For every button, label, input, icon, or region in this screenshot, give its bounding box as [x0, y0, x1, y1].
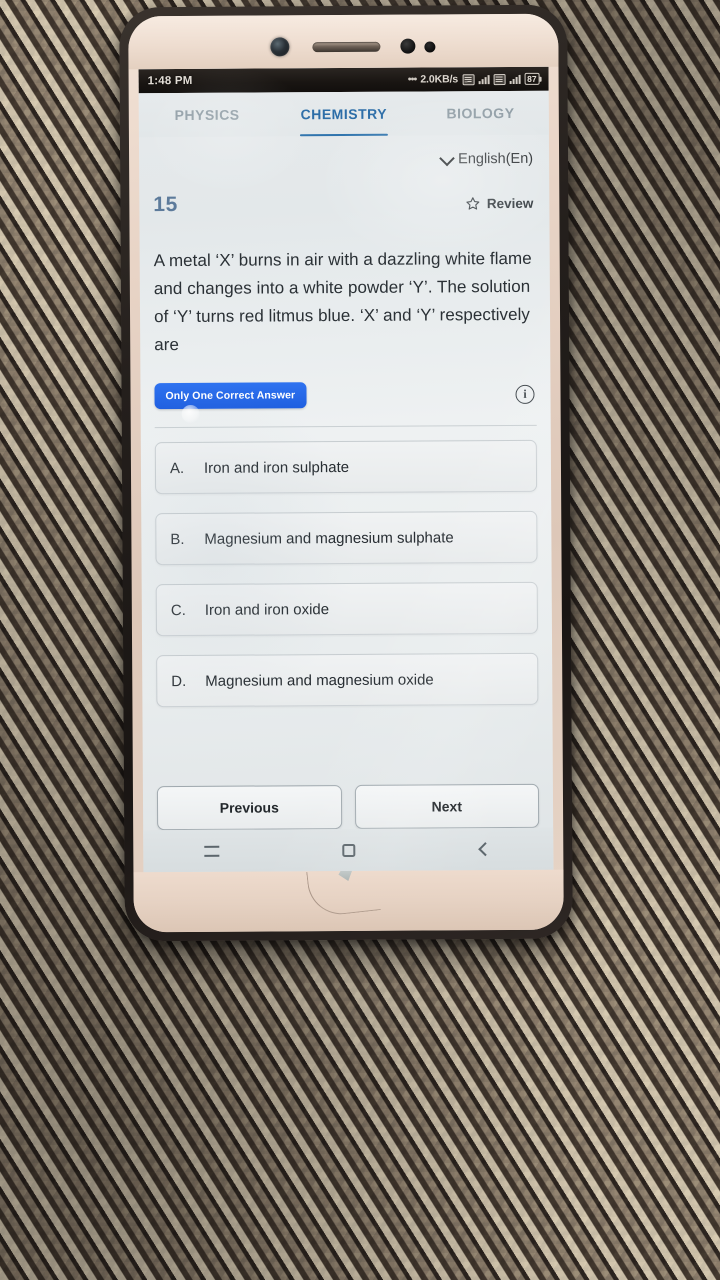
tab-biology[interactable]: BIOLOGY	[412, 91, 549, 136]
recents-icon	[204, 845, 220, 857]
next-button[interactable]: Next	[354, 783, 540, 829]
option-b[interactable]: B. Magnesium and magnesium sulphate	[155, 510, 538, 566]
language-label: English(En)	[458, 150, 534, 168]
option-d-text: Magnesium and magnesium oxide	[205, 670, 434, 690]
back-button[interactable]	[417, 828, 554, 871]
option-c-text: Iron and iron oxide	[204, 600, 330, 619]
phone-screen: 1:48 PM ••• 2.0KB/s 87 PHYSICS CHEMISTRY	[138, 66, 554, 873]
phone-device: 1:48 PM ••• 2.0KB/s 87 PHYSICS CHEMISTRY	[119, 4, 573, 942]
signal-bars-icon	[478, 74, 490, 85]
subject-tabs: PHYSICS CHEMISTRY BIOLOGY	[138, 90, 549, 138]
option-b-text: Magnesium and magnesium sulphate	[204, 528, 454, 548]
battery-icon: 87	[524, 72, 540, 85]
phone-top-bezel	[128, 13, 559, 70]
sim-card-icon	[462, 73, 475, 85]
answer-options-list: A. Iron and iron sulphate B. Magnesium a…	[141, 426, 553, 708]
question-header: 15 Review	[139, 183, 549, 224]
home-square-icon	[341, 843, 355, 857]
network-speed-label: 2.0KB/s	[420, 73, 459, 86]
option-c-letter: C.	[170, 601, 186, 619]
back-chevron-icon	[477, 842, 493, 857]
network-dots-icon: •••	[407, 73, 417, 86]
tab-physics[interactable]: PHYSICS	[139, 92, 276, 137]
chevron-down-icon	[439, 150, 455, 166]
proximity-sensor-icon	[400, 38, 416, 54]
question-number: 15	[153, 193, 178, 217]
phone-bezel: 1:48 PM ••• 2.0KB/s 87 PHYSICS CHEMISTRY	[128, 13, 564, 933]
sim-card-2-icon	[493, 73, 506, 85]
option-d-letter: D.	[171, 672, 187, 690]
option-a-letter: A.	[169, 459, 185, 477]
option-c[interactable]: C. Iron and iron oxide	[155, 581, 538, 637]
signal-bars-2-icon	[509, 74, 521, 84]
review-button[interactable]: Review	[466, 195, 534, 211]
option-a-text: Iron and iron sulphate	[203, 458, 350, 477]
badge-row: Only One Correct Answer i	[140, 357, 550, 410]
tab-chemistry[interactable]: CHEMISTRY	[275, 92, 412, 137]
screen-glare-spot	[181, 404, 200, 424]
phone-bottom-bezel	[133, 864, 564, 933]
review-label: Review	[486, 195, 534, 211]
android-navigation-bar	[143, 827, 554, 873]
info-circle-icon[interactable]: i	[515, 384, 535, 404]
previous-button[interactable]: Previous	[156, 785, 342, 831]
recents-button[interactable]	[143, 829, 280, 872]
option-d[interactable]: D. Magnesium and magnesium oxide	[156, 652, 539, 708]
option-b-letter: B.	[170, 530, 185, 548]
battery-level-label: 87	[527, 73, 537, 84]
home-button[interactable]	[280, 829, 417, 872]
answer-type-badge: Only One Correct Answer	[154, 382, 307, 410]
front-camera-icon	[270, 37, 290, 57]
option-a[interactable]: A. Iron and iron sulphate	[154, 439, 538, 495]
status-bar: 1:48 PM ••• 2.0KB/s 87	[138, 66, 549, 94]
status-clock: 1:48 PM	[147, 74, 193, 88]
status-icons-group: ••• 2.0KB/s 87	[407, 72, 540, 86]
notification-led-icon	[424, 41, 436, 53]
language-row: English(En)	[139, 135, 549, 186]
question-nav-buttons: Previous Next	[143, 783, 553, 831]
language-selector[interactable]: English(En)	[439, 150, 534, 168]
star-outline-icon	[466, 196, 481, 211]
earpiece-speaker	[312, 41, 381, 53]
question-text: A metal ‘X’ burns in air with a dazzling…	[153, 248, 532, 355]
